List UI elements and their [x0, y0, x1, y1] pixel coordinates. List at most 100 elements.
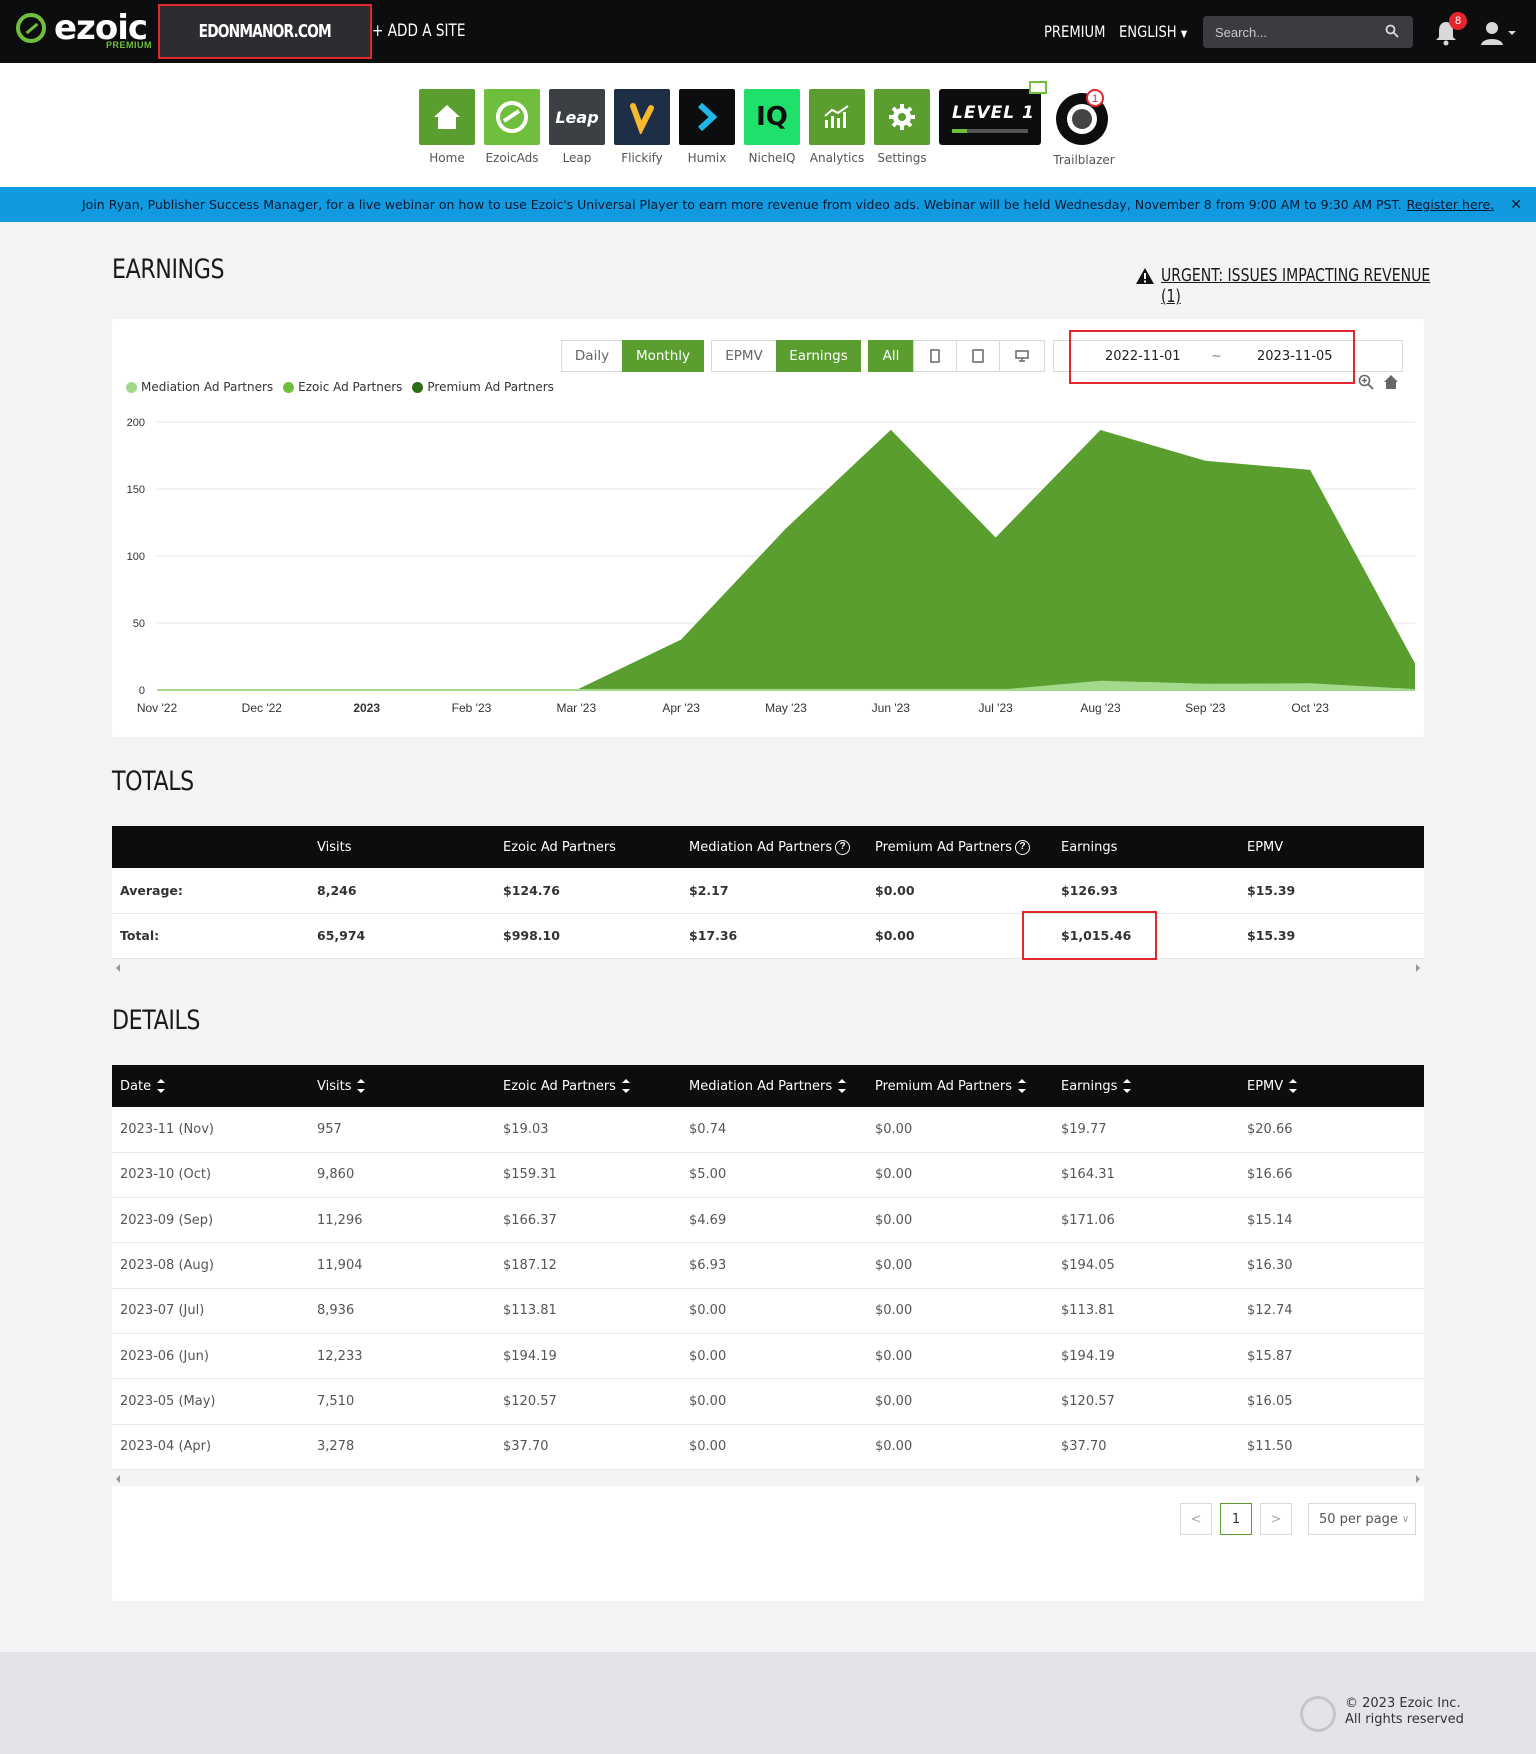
- page-1-button[interactable]: 1: [1220, 1503, 1252, 1535]
- sort-earnings[interactable]: Earnings: [1053, 1065, 1239, 1107]
- table-row: 2023-04 (Apr) 3,278 $37.70 $0.00 $0.00 $37.70…: [112, 1424, 1424, 1470]
- ezoic-logo[interactable]: ezoic PREMIUM: [16, 8, 156, 52]
- tablet-device-button[interactable]: [956, 340, 1000, 372]
- table-cell: $6.93: [681, 1242, 867, 1289]
- flickify-icon: [614, 89, 670, 145]
- table-cell: $15.14: [1239, 1197, 1424, 1244]
- table-cell: $19.03: [495, 1107, 681, 1153]
- table-cell: $113.81: [1053, 1288, 1239, 1334]
- y-tick-label: 150: [127, 484, 145, 496]
- table-cell: $124.76: [495, 868, 681, 914]
- app-settings[interactable]: Settings: [874, 89, 930, 165]
- table-cell: 2023-11 (Nov): [112, 1107, 309, 1153]
- user-menu-icon[interactable]: [1480, 20, 1516, 46]
- table-row: 2023-07 (Jul) 8,936 $113.81 $0.00 $0.00 $113.…: [112, 1288, 1424, 1334]
- top-navbar: ezoic PREMIUM EDONMANOR.COM + ADD A SITE…: [0, 0, 1536, 63]
- help-icon[interactable]: ?: [1015, 839, 1031, 855]
- ezoic-footer-logo-icon: [1300, 1696, 1336, 1732]
- zoom-icon[interactable]: [1358, 374, 1374, 390]
- table-cell: 2023-10 (Oct): [112, 1152, 309, 1199]
- header-label: Ezoic Ad Partners: [503, 1078, 616, 1094]
- epmv-button[interactable]: EPMV: [711, 340, 777, 372]
- legend-item[interactable]: Ezoic Ad Partners: [283, 380, 402, 394]
- sort-icon: [357, 1079, 366, 1093]
- table-cell: $164.31: [1053, 1152, 1239, 1199]
- y-tick-label: 200: [127, 417, 145, 429]
- table-row: 2023-10 (Oct) 9,860 $159.31 $5.00 $0.00 $164.…: [112, 1152, 1424, 1199]
- premium-link[interactable]: PREMIUM: [1044, 22, 1105, 41]
- reset-zoom-home-icon[interactable]: [1383, 374, 1399, 390]
- monthly-button[interactable]: Monthly: [622, 340, 704, 372]
- astronaut-icon[interactable]: 1: [1054, 89, 1114, 149]
- legend-swatch: [283, 381, 295, 393]
- app-label: Settings: [877, 151, 927, 165]
- table-cell: $37.70: [495, 1424, 681, 1470]
- sort-epmv[interactable]: EPMV: [1239, 1065, 1424, 1107]
- header-ezoic-ad-partners: Ezoic Ad Partners: [495, 826, 681, 868]
- mobile-device-button[interactable]: [913, 340, 957, 372]
- header-label: Premium Ad Partners: [875, 1078, 1013, 1094]
- table-cell: $20.66: [1239, 1107, 1424, 1153]
- sort-premium-ad-partners[interactable]: Premium Ad Partners: [867, 1065, 1053, 1107]
- daily-button[interactable]: Daily: [561, 340, 623, 372]
- warning-icon: [1136, 268, 1154, 284]
- header-earnings: Earnings: [1053, 826, 1239, 868]
- table-cell: $159.31: [495, 1152, 681, 1199]
- table-cell: 2023-08 (Aug): [112, 1242, 309, 1289]
- copyright-line: © 2023 Ezoic Inc.: [1345, 1696, 1461, 1711]
- envelope-icon[interactable]: [1029, 81, 1047, 94]
- mobile-icon: [930, 349, 940, 363]
- legend-item[interactable]: Mediation Ad Partners: [126, 380, 273, 394]
- site-selector-tab[interactable]: EDONMANOR.COM: [158, 4, 372, 59]
- search-icon[interactable]: [1385, 24, 1399, 38]
- table-cell: $16.05: [1239, 1378, 1424, 1425]
- table-cell: 7,510: [309, 1378, 495, 1425]
- add-site-link[interactable]: + ADD A SITE: [372, 21, 465, 41]
- table-row: 2023-06 (Jun) 12,233 $194.19 $0.00 $0.00 $194…: [112, 1333, 1424, 1380]
- horizontal-scrollbar[interactable]: [112, 958, 1424, 975]
- table-row: 2023-05 (May) 7,510 $120.57 $0.00 $0.00 $120.…: [112, 1378, 1424, 1425]
- details-header-row: Date Visits Ezoic Ad Partners Mediation …: [112, 1065, 1424, 1107]
- ezoic-logo-icon: [16, 13, 46, 43]
- app-tray: Home EzoicAds Leap Leap Flickify Humix I…: [0, 63, 1536, 187]
- register-link[interactable]: Register here.: [1407, 197, 1495, 212]
- desktop-device-button[interactable]: [999, 340, 1045, 372]
- table-cell: $2.17: [681, 868, 867, 914]
- table-cell: $0.74: [681, 1107, 867, 1153]
- date-range-picker[interactable]: 2022-11-01 ~ 2023-11-05: [1053, 340, 1403, 372]
- sort-mediation-ad-partners[interactable]: Mediation Ad Partners: [681, 1065, 867, 1107]
- x-tick-label: Sep '23: [1185, 701, 1226, 715]
- sort-icon: [1018, 1079, 1027, 1093]
- totals-title: TOTALS: [112, 766, 194, 797]
- trailblazer-badge: 1: [1092, 93, 1098, 105]
- table-cell: $17.36: [681, 913, 867, 959]
- per-page-select[interactable]: 50 per page ∨: [1308, 1503, 1416, 1535]
- earnings-button[interactable]: Earnings: [776, 340, 861, 372]
- level-progress-bar: [952, 129, 1028, 133]
- sort-date[interactable]: Date: [112, 1065, 309, 1107]
- next-page-button[interactable]: >: [1260, 1503, 1292, 1535]
- urgent-issues-link[interactable]: URGENT: ISSUES IMPACTING REVENUE (1): [1161, 265, 1454, 307]
- level-badge[interactable]: LEVEL 1: [939, 81, 1047, 145]
- horizontal-scrollbar[interactable]: [112, 1469, 1424, 1486]
- legend-item[interactable]: Premium Ad Partners: [412, 380, 554, 394]
- table-cell: $187.12: [495, 1242, 681, 1289]
- language-dropdown[interactable]: ENGLISH ▼: [1119, 22, 1187, 41]
- prev-page-button[interactable]: <: [1180, 1503, 1212, 1535]
- help-icon[interactable]: ?: [835, 839, 851, 855]
- webinar-banner: Join Ryan, Publisher Success Manager, fo…: [0, 187, 1536, 222]
- close-icon[interactable]: ✕: [1510, 197, 1522, 213]
- sort-visits[interactable]: Visits: [309, 1065, 495, 1107]
- x-tick-label: Nov '22: [137, 701, 178, 715]
- x-tick-label: Dec '22: [242, 701, 283, 715]
- footer: © 2023 Ezoic Inc. All rights reserved: [0, 1652, 1536, 1754]
- all-devices-button[interactable]: All: [868, 340, 914, 372]
- legend-label: Ezoic Ad Partners: [298, 380, 403, 394]
- sort-ezoic-ad-partners[interactable]: Ezoic Ad Partners: [495, 1065, 681, 1107]
- search-input[interactable]: [1203, 16, 1413, 48]
- table-cell: $0.00: [867, 1107, 1053, 1153]
- x-tick-label: 2023: [353, 701, 380, 715]
- x-tick-label: Oct '23: [1291, 701, 1329, 715]
- x-tick-label: Jul '23: [979, 701, 1014, 715]
- table-cell: 12,233: [309, 1333, 495, 1380]
